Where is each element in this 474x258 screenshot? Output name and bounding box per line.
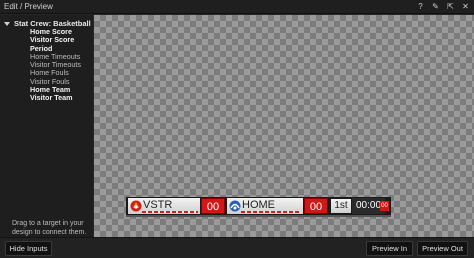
period-display: 1st [331, 199, 351, 213]
visitor-stripe [142, 211, 198, 213]
scorebug-bottom-bar [126, 215, 391, 217]
inputs-sidebar: Stat Crew: Basketball Home Score Visitor … [0, 15, 93, 237]
pin-icon[interactable]: ⇱ [446, 1, 455, 12]
home-stripe [241, 211, 301, 213]
drag-hint: Drag to a target in your design to conne… [12, 220, 87, 236]
scorebug: VSTR 00 HOME 00 1st 00:00 00 [126, 197, 391, 217]
home-team-panel: HOME [227, 198, 303, 214]
visitor-logo-icon [130, 200, 142, 212]
shot-clock: 00 [380, 201, 389, 211]
home-logo-icon [229, 200, 241, 212]
tree-items: Home Score Visitor Score Period Home Timeou… [30, 27, 81, 103]
tree-item[interactable]: Visitor Team [30, 94, 81, 103]
home-team-name: HOME [242, 199, 275, 211]
window-titlebar: Edit / Preview ? ✎ ⇱ ✕ [0, 0, 474, 14]
title-icons: ? ✎ ⇱ ✕ [416, 1, 470, 12]
hide-inputs-button[interactable]: Hide Inputs [5, 241, 52, 256]
help-icon[interactable]: ? [416, 1, 425, 12]
visitor-score: 00 [201, 198, 225, 214]
visitor-team-name: VSTR [143, 199, 173, 211]
preview-in-button[interactable]: Preview In [366, 241, 413, 256]
preview-out-button[interactable]: Preview Out [417, 241, 468, 256]
settings-icon[interactable]: ✎ [431, 1, 440, 12]
home-score: 00 [304, 198, 328, 214]
window-title: Edit / Preview [4, 2, 53, 11]
close-icon[interactable]: ✕ [461, 1, 470, 12]
visitor-team-panel: VSTR [128, 198, 200, 214]
bottom-toolbar: Hide Inputs Preview In Preview Out [0, 237, 474, 258]
expand-arrow-icon[interactable] [4, 22, 10, 27]
